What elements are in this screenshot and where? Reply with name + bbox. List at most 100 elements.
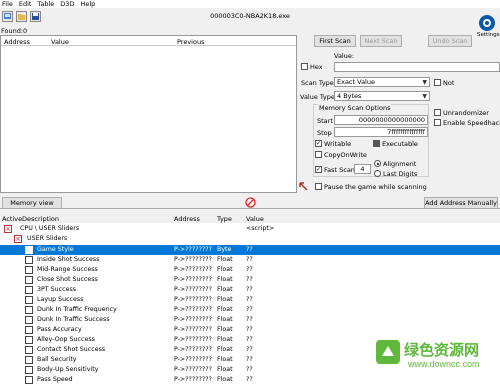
unrandomizer-checkbox[interactable]	[434, 109, 441, 116]
row-description: Pass Accuracy	[37, 326, 82, 333]
process-title: 000003C0-NBA2K18.exe	[210, 12, 290, 20]
col-active[interactable]: Active	[2, 215, 22, 223]
settings-logo-icon[interactable]: Settings	[477, 14, 500, 42]
row-type: Float	[217, 276, 233, 283]
menu-help[interactable]: Help	[80, 0, 95, 8]
menu-d3d[interactable]: D3D	[60, 0, 74, 8]
row-address: P->????????	[174, 286, 212, 293]
first-scan-button[interactable]: First Scan	[314, 35, 356, 47]
col-address[interactable]: Address	[174, 215, 200, 223]
last-digits-radio[interactable]	[374, 170, 381, 177]
watermark-text: 绿色资源网	[404, 341, 480, 359]
value-type-value: 4 Bytes	[337, 92, 362, 100]
pointer-arrow-icon[interactable]	[299, 182, 309, 192]
active-checkbox[interactable]	[25, 376, 33, 384]
col-type[interactable]: Type	[217, 215, 232, 223]
table-row-group[interactable]: × USER Sliders	[0, 234, 500, 244]
start-address-input[interactable]: 0000000000000000	[334, 115, 428, 125]
table-row-group[interactable]: × CPU \ USER Sliders <script>	[0, 224, 500, 234]
copyonwrite-checkbox[interactable]	[315, 151, 322, 158]
table-row[interactable]: Dunk In Traffic Frequency P->???????? Floa…	[0, 305, 500, 315]
menu-edit[interactable]: Edit	[19, 0, 32, 8]
row-value: ??	[246, 306, 253, 313]
fast-scan-input[interactable]: 4	[354, 164, 371, 174]
alignment-label: Alignment	[383, 160, 417, 168]
row-value: ??	[246, 336, 253, 343]
active-checkbox[interactable]	[25, 316, 33, 324]
row-description: Mid-Range Success	[37, 266, 98, 273]
alignment-radio[interactable]	[374, 160, 381, 167]
active-checkbox[interactable]	[25, 326, 33, 334]
row-value: ??	[246, 246, 253, 253]
fast-scan-label: Fast Scan	[324, 166, 355, 174]
stop-icon[interactable]	[245, 197, 256, 208]
not-checkbox[interactable]	[434, 79, 441, 86]
active-checkbox[interactable]	[25, 256, 33, 264]
executable-checkbox[interactable]	[373, 140, 380, 147]
row-address: P->????????	[174, 256, 212, 263]
row-address: P->????????	[174, 356, 212, 363]
writable-checkbox[interactable]: ✓	[315, 140, 322, 147]
active-checkbox[interactable]	[25, 266, 33, 274]
table-row[interactable]: Game Style P->???????? Byte??	[0, 245, 500, 255]
table-row[interactable]: Layup Success P->???????? Float??	[0, 295, 500, 305]
active-checkbox[interactable]	[25, 346, 33, 354]
found-count: Found:0	[1, 27, 28, 35]
hex-checkbox[interactable]	[301, 63, 308, 70]
row-type: Float	[217, 356, 233, 363]
row-address: P->????????	[174, 346, 212, 353]
row-description: Pass Speed	[37, 376, 73, 383]
table-row[interactable]: Pass Accuracy P->???????? Float??	[0, 325, 500, 335]
active-checkbox[interactable]	[25, 286, 33, 294]
row-type: Float	[217, 286, 233, 293]
active-checkbox[interactable]	[25, 366, 33, 374]
table-row[interactable]: Inside Shot Success P->???????? Float??	[0, 255, 500, 265]
group-toggle-icon[interactable]: ×	[4, 225, 12, 233]
row-type: Byte	[217, 246, 232, 253]
row-type: Float	[217, 296, 233, 303]
value-type-select[interactable]: 4 Bytes ▼	[334, 91, 430, 101]
undo-scan-button[interactable]: Undo Scan	[428, 35, 472, 47]
settings-label[interactable]: Settings	[477, 32, 500, 38]
next-scan-button[interactable]: Next Scan	[360, 35, 402, 47]
row-description: Inside Shot Success	[37, 256, 100, 263]
splitter[interactable]	[0, 208, 500, 209]
active-checkbox[interactable]	[25, 296, 33, 304]
table-row[interactable]: Dunk In Traffic Success P->???????? Float?…	[0, 315, 500, 325]
active-checkbox[interactable]	[25, 246, 33, 254]
row-description: Game Style	[37, 246, 74, 253]
col-value[interactable]: Value	[51, 38, 69, 46]
table-header: Active Description Address Type Value	[0, 214, 500, 223]
speedhack-checkbox[interactable]	[434, 119, 441, 126]
menu-table[interactable]: Table	[37, 0, 54, 8]
row-address: P->????????	[174, 246, 212, 253]
col-value[interactable]: Value	[246, 215, 264, 223]
table-row[interactable]: 3PT Success P->???????? Float??	[0, 285, 500, 295]
group-description: USER Sliders	[27, 235, 68, 242]
active-checkbox[interactable]	[25, 306, 33, 314]
table-row[interactable]: Mid-Range Success P->???????? Float??	[0, 265, 500, 275]
scan-type-select[interactable]: Exact Value ▼	[334, 77, 430, 87]
fast-scan-checkbox[interactable]: ✓	[315, 166, 322, 173]
active-checkbox[interactable]	[25, 356, 33, 364]
col-description[interactable]: Description	[22, 215, 59, 223]
watermark: 绿色资源网 www.downcc.com	[374, 336, 496, 384]
memory-scan-options-title: Memory Scan Options	[318, 104, 392, 112]
menu-file[interactable]: File	[2, 0, 13, 8]
row-address: P->????????	[174, 306, 212, 313]
stop-address-input[interactable]: 7fffffffffffffff	[334, 127, 428, 137]
row-address: P->????????	[174, 276, 212, 283]
row-value: ??	[246, 296, 253, 303]
row-address: P->????????	[174, 376, 212, 383]
group-toggle-icon[interactable]: ×	[14, 235, 22, 243]
results-list[interactable]: Address Value Previous	[0, 35, 297, 193]
last-digits-label: Last Digits	[383, 170, 418, 178]
col-address[interactable]: Address	[4, 38, 30, 46]
table-row[interactable]: Close Shot Success P->???????? Float??	[0, 275, 500, 285]
stop-label: Stop	[317, 129, 332, 137]
pause-game-checkbox[interactable]	[315, 183, 322, 190]
value-input[interactable]	[334, 62, 500, 72]
active-checkbox[interactable]	[25, 336, 33, 344]
col-previous[interactable]: Previous	[177, 38, 204, 46]
active-checkbox[interactable]	[25, 276, 33, 284]
